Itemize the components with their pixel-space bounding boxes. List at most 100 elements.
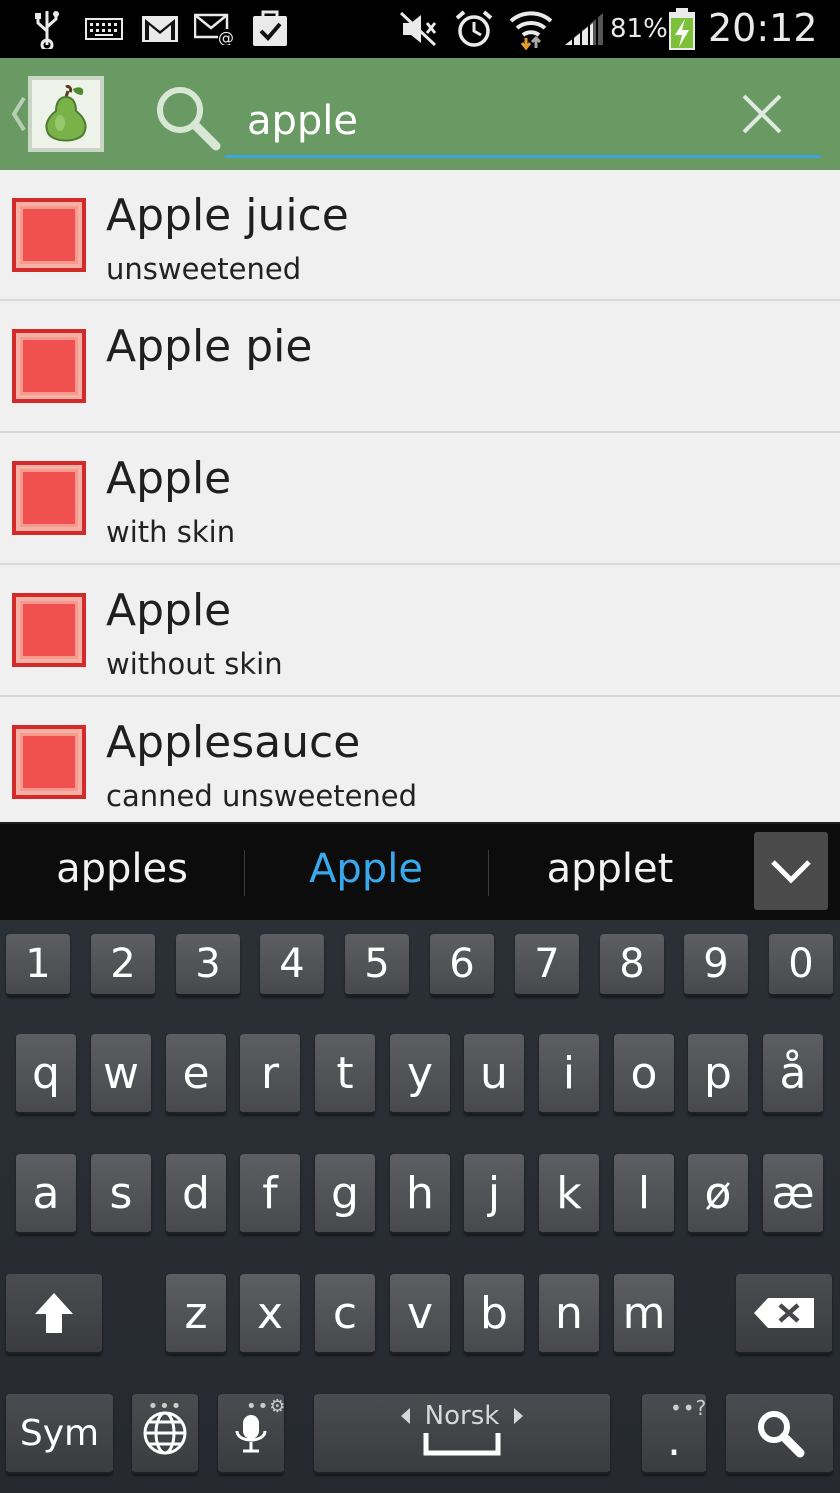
signal-icon: [562, 8, 606, 50]
key-4[interactable]: 4: [260, 934, 324, 996]
list-item[interactable]: Apple without skin: [0, 565, 840, 697]
backspace-icon: [754, 1298, 814, 1328]
item-title: Apple: [106, 453, 232, 504]
key-1[interactable]: 1: [6, 934, 70, 996]
food-category-swatch: [12, 725, 86, 799]
suggestion-strip: apples Apple applet: [0, 822, 840, 920]
food-category-swatch: [12, 329, 86, 403]
key-p[interactable]: p: [688, 1034, 748, 1114]
key-5[interactable]: 5: [345, 934, 409, 996]
food-category-swatch: [12, 593, 86, 667]
search-action-bar: [0, 58, 840, 170]
battery-charging-icon: [666, 8, 698, 50]
space-bar-icon: [423, 1433, 501, 1456]
wifi-icon: [508, 8, 554, 50]
key-g[interactable]: g: [315, 1154, 375, 1234]
item-title: Apple juice: [106, 190, 349, 241]
key-e[interactable]: e: [166, 1034, 226, 1114]
key-t[interactable]: t: [315, 1034, 375, 1114]
left-arrow-icon: [400, 1408, 410, 1424]
key-y[interactable]: y: [390, 1034, 450, 1114]
item-subtitle: canned unsweetened: [106, 779, 418, 813]
key-8[interactable]: 8: [600, 934, 664, 996]
email-icon: @: [194, 8, 236, 50]
back-chevron-icon[interactable]: [8, 92, 28, 136]
key-m[interactable]: m: [614, 1274, 674, 1354]
backspace-key[interactable]: [736, 1274, 832, 1354]
key-a[interactable]: a: [16, 1154, 76, 1234]
sym-key[interactable]: Sym: [6, 1394, 113, 1474]
key-6[interactable]: 6: [430, 934, 494, 996]
key-7[interactable]: 7: [515, 934, 579, 996]
key-9[interactable]: 9: [684, 934, 748, 996]
suggestion-applet[interactable]: applet: [490, 846, 730, 892]
key-b[interactable]: b: [464, 1274, 524, 1354]
mute-icon: [398, 8, 438, 50]
key-o[interactable]: o: [614, 1034, 674, 1114]
key-s[interactable]: s: [91, 1154, 151, 1234]
battery-percent: 81%: [610, 14, 668, 44]
list-item[interactable]: Apple juice unsweetened: [0, 170, 840, 301]
list-item[interactable]: Apple pie: [0, 301, 840, 433]
item-title: Applesauce: [106, 717, 361, 768]
search-key[interactable]: [726, 1394, 833, 1474]
voice-input-key[interactable]: ••⚙: [218, 1394, 287, 1474]
period-key[interactable]: ••? .: [642, 1394, 706, 1474]
gmail-icon: [140, 8, 180, 50]
close-icon[interactable]: [738, 90, 786, 138]
search-icon: [157, 87, 221, 151]
key-i[interactable]: i: [539, 1034, 599, 1114]
item-title: Apple: [106, 585, 232, 636]
key-d[interactable]: d: [166, 1154, 226, 1234]
key-j[interactable]: j: [464, 1154, 524, 1234]
key-v[interactable]: v: [390, 1274, 450, 1354]
list-item[interactable]: Apple with skin: [0, 433, 840, 565]
more-dots: ••⚙: [246, 1396, 287, 1417]
item-subtitle: with skin: [106, 515, 236, 549]
keyboard: 1 2 3 4 5 6 7 8 9 0 q w e r t y u i o p …: [0, 920, 840, 1493]
key-x[interactable]: x: [240, 1274, 300, 1354]
alarm-icon: [452, 8, 496, 50]
status-bar: @ 81% 20:12: [0, 0, 840, 58]
more-dots: ••?: [670, 1396, 708, 1420]
key-3[interactable]: 3: [176, 934, 240, 996]
key-0[interactable]: 0: [769, 934, 833, 996]
item-subtitle: unsweetened: [106, 252, 302, 286]
key-c[interactable]: c: [315, 1274, 375, 1354]
shift-key[interactable]: [6, 1274, 102, 1354]
food-category-swatch: [12, 198, 86, 272]
language-label: Norsk: [424, 1401, 500, 1431]
tasks-icon: [250, 8, 290, 50]
suggestion-apples[interactable]: apples: [2, 846, 242, 892]
key-l[interactable]: l: [614, 1154, 674, 1234]
clock: 20:12: [708, 6, 818, 50]
search-input[interactable]: [225, 80, 821, 158]
chevron-down-icon: [771, 860, 811, 884]
key-h[interactable]: h: [390, 1154, 450, 1234]
key-w[interactable]: w: [91, 1034, 151, 1114]
key-f[interactable]: f: [240, 1154, 300, 1234]
list-item[interactable]: Applesauce canned unsweetened: [0, 697, 840, 822]
suggestion-apple[interactable]: Apple: [246, 846, 486, 892]
expand-suggestions-button[interactable]: [754, 832, 828, 910]
period-label: .: [667, 1414, 681, 1466]
space-key[interactable]: Norsk: [314, 1394, 610, 1474]
language-key[interactable]: •••: [132, 1394, 198, 1474]
key-u[interactable]: u: [464, 1034, 524, 1114]
pear-logo-icon[interactable]: [28, 76, 104, 152]
keyboard-icon: [84, 8, 124, 50]
item-title: Apple pie: [106, 321, 313, 372]
key-2[interactable]: 2: [91, 934, 155, 996]
search-icon: [757, 1411, 804, 1458]
key-a-ring[interactable]: å: [763, 1034, 823, 1114]
results-list: Apple juice unsweetened Apple pie Apple …: [0, 170, 840, 822]
svg-text:@: @: [218, 28, 234, 45]
right-arrow-icon: [514, 1408, 524, 1424]
key-z[interactable]: z: [166, 1274, 226, 1354]
key-k[interactable]: k: [539, 1154, 599, 1234]
key-ae[interactable]: æ: [763, 1154, 823, 1234]
key-r[interactable]: r: [240, 1034, 300, 1114]
key-n[interactable]: n: [539, 1274, 599, 1354]
key-o-slash[interactable]: ø: [688, 1154, 748, 1234]
key-q[interactable]: q: [16, 1034, 76, 1114]
